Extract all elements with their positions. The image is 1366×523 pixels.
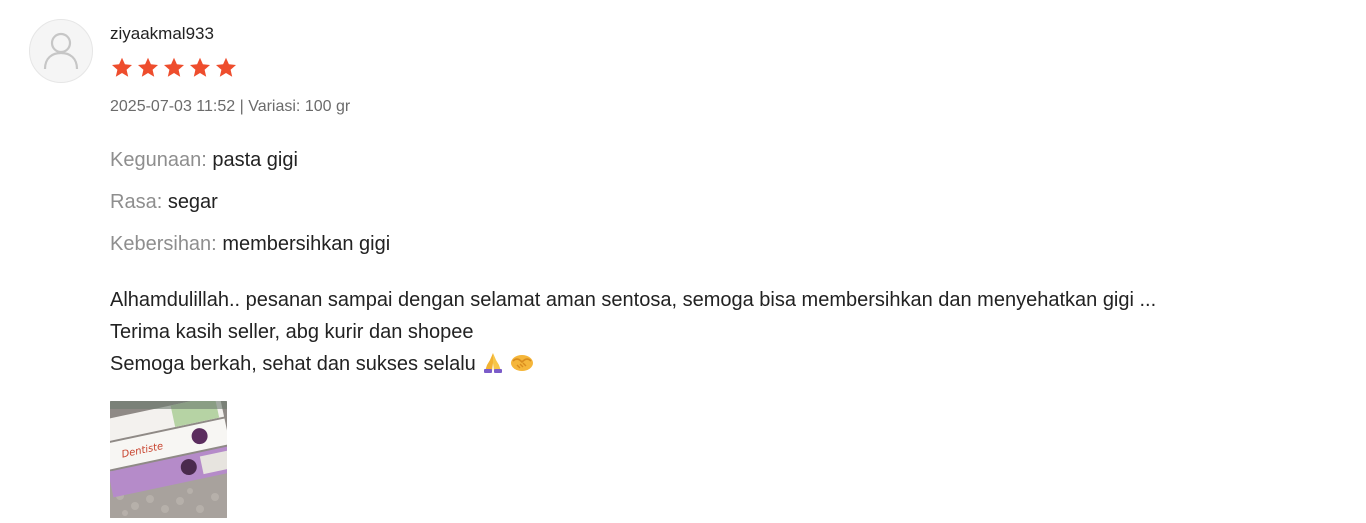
comment-line-text: Semoga berkah, sehat dan sukses selalu bbox=[110, 353, 476, 375]
folded-hands-emoji bbox=[482, 351, 504, 373]
avatar[interactable] bbox=[29, 19, 93, 83]
user-icon bbox=[43, 32, 79, 70]
star-rating bbox=[110, 56, 238, 80]
variation-value: 100 gr bbox=[304, 98, 351, 115]
product-review: ziyaakmal933 2025-07-03 11:52 | Variasi:… bbox=[0, 0, 1366, 523]
attribute-row-cleanliness: Kebersihan: membersihkan gigi bbox=[110, 232, 390, 274]
meta-separator: | bbox=[239, 98, 244, 115]
handshake-emoji bbox=[510, 351, 534, 373]
review-meta: 2025-07-03 11:52 | Variasi: 100 gr bbox=[110, 97, 350, 117]
star-icon bbox=[162, 56, 186, 80]
review-attributes: Kegunaan: pasta gigi Rasa: segar Kebersi… bbox=[110, 148, 390, 274]
attribute-label: Kebersihan: bbox=[110, 233, 217, 255]
attribute-label: Rasa: bbox=[110, 191, 163, 213]
review-comment: Alhamdulillah.. pesanan sampai dengan se… bbox=[110, 284, 1156, 380]
review-photo-thumbnail[interactable]: Dentiste bbox=[110, 401, 227, 518]
star-icon bbox=[188, 56, 212, 80]
variation-label: Variasi: bbox=[248, 98, 301, 115]
attribute-label: Kegunaan: bbox=[110, 149, 207, 171]
star-icon bbox=[136, 56, 160, 80]
comment-line-with-emoji: Semoga berkah, sehat dan sukses selalu bbox=[110, 348, 1156, 380]
reviewer-username[interactable]: ziyaakmal933 bbox=[110, 24, 214, 44]
comment-line: Alhamdulillah.. pesanan sampai dengan se… bbox=[110, 289, 1157, 311]
review-date: 2025-07-03 11:52 bbox=[110, 98, 236, 115]
attribute-value: membersihkan gigi bbox=[222, 233, 391, 255]
attribute-value: segar bbox=[167, 191, 218, 213]
comment-line: Terima kasih seller, abg kurir dan shope… bbox=[110, 321, 474, 343]
star-icon bbox=[110, 56, 134, 80]
attribute-row-usage: Kegunaan: pasta gigi bbox=[110, 148, 390, 190]
star-icon bbox=[214, 56, 238, 80]
attribute-value: pasta gigi bbox=[212, 149, 298, 171]
attribute-row-taste: Rasa: segar bbox=[110, 190, 390, 232]
